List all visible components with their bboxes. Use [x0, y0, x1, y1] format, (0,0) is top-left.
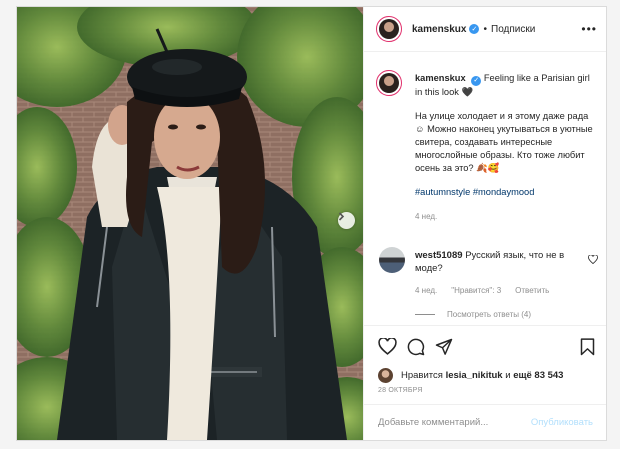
- author-info: kamenskux ✓ • Подписки: [412, 24, 535, 35]
- likes-summary: Нравится lesia_nikituk и ещё 83 543: [378, 367, 563, 383]
- instagram-post: kamenskux ✓ • Подписки ••• kamenskux ✓ F…: [16, 6, 607, 441]
- liker-avatar[interactable]: [378, 367, 393, 383]
- liker-username[interactable]: lesia_nikituk: [446, 370, 503, 381]
- verified-badge-icon: ✓: [471, 75, 482, 86]
- comment-icon: [407, 338, 425, 355]
- caption-avatar[interactable]: [376, 70, 402, 96]
- post-date[interactable]: 28 ОКТЯБРЯ: [378, 387, 423, 394]
- caption-hashtags[interactable]: #autumnstyle #mondaymood: [415, 186, 597, 199]
- view-replies-button[interactable]: Посмотреть ответы (4): [415, 310, 531, 319]
- post-header: kamenskux ✓ • Подписки •••: [364, 7, 606, 52]
- separator-dot: •: [483, 23, 487, 35]
- more-options-icon[interactable]: •••: [581, 22, 597, 36]
- commenter-username[interactable]: west51089: [415, 250, 463, 261]
- comment-input[interactable]: [378, 417, 531, 428]
- like-button[interactable]: [378, 338, 397, 355]
- caption-username[interactable]: kamenskux: [415, 73, 466, 83]
- chevron-right-icon: [338, 212, 345, 221]
- likes-others-count[interactable]: ещё 83 543: [513, 370, 563, 381]
- caption-body: На улице холодает и я этому даже рада☺ М…: [415, 110, 593, 173]
- post-sidebar: kamenskux ✓ • Подписки ••• kamenskux ✓ F…: [363, 7, 606, 440]
- likes-prefix: Нравится: [401, 369, 443, 381]
- comment-button[interactable]: [407, 338, 425, 356]
- comment-text-block: west51089 Русский язык, что не в моде?: [415, 249, 580, 275]
- publish-button[interactable]: Опубликовать: [531, 417, 593, 428]
- share-icon: [435, 338, 453, 355]
- comment-likes-count[interactable]: "Нравится": 3: [451, 286, 501, 295]
- verified-badge-icon: ✓: [469, 24, 480, 34]
- next-photo-button[interactable]: [338, 212, 355, 229]
- photo-illustration: [17, 7, 363, 440]
- caption-text-block: kamenskux ✓ Feeling like a Parisian girl…: [415, 72, 597, 234]
- commenter-avatar[interactable]: [379, 247, 405, 273]
- post-actions: [364, 325, 606, 367]
- following-button[interactable]: Подписки: [491, 24, 535, 35]
- replies-divider: [415, 314, 435, 315]
- save-button[interactable]: [580, 338, 595, 359]
- add-comment-bar: Опубликовать: [364, 404, 606, 440]
- comment-time[interactable]: 4 нед.: [415, 286, 437, 295]
- view-replies-label: Посмотреть ответы (4): [447, 310, 532, 319]
- bookmark-icon: [580, 338, 595, 356]
- post-photo[interactable]: [17, 7, 363, 440]
- comment-like-heart-icon[interactable]: [588, 255, 598, 264]
- author-avatar[interactable]: [376, 16, 402, 42]
- likes-middle: и: [505, 369, 511, 381]
- reply-button[interactable]: Ответить: [515, 286, 549, 295]
- comment-meta: 4 нед. "Нравится": 3 Ответить: [415, 286, 595, 295]
- comments-section: kamenskux ✓ Feeling like a Parisian girl…: [364, 53, 606, 325]
- heart-icon: [378, 338, 397, 355]
- author-username[interactable]: kamenskux: [412, 24, 466, 35]
- caption-time[interactable]: 4 нед.: [415, 210, 597, 223]
- share-button[interactable]: [435, 338, 453, 356]
